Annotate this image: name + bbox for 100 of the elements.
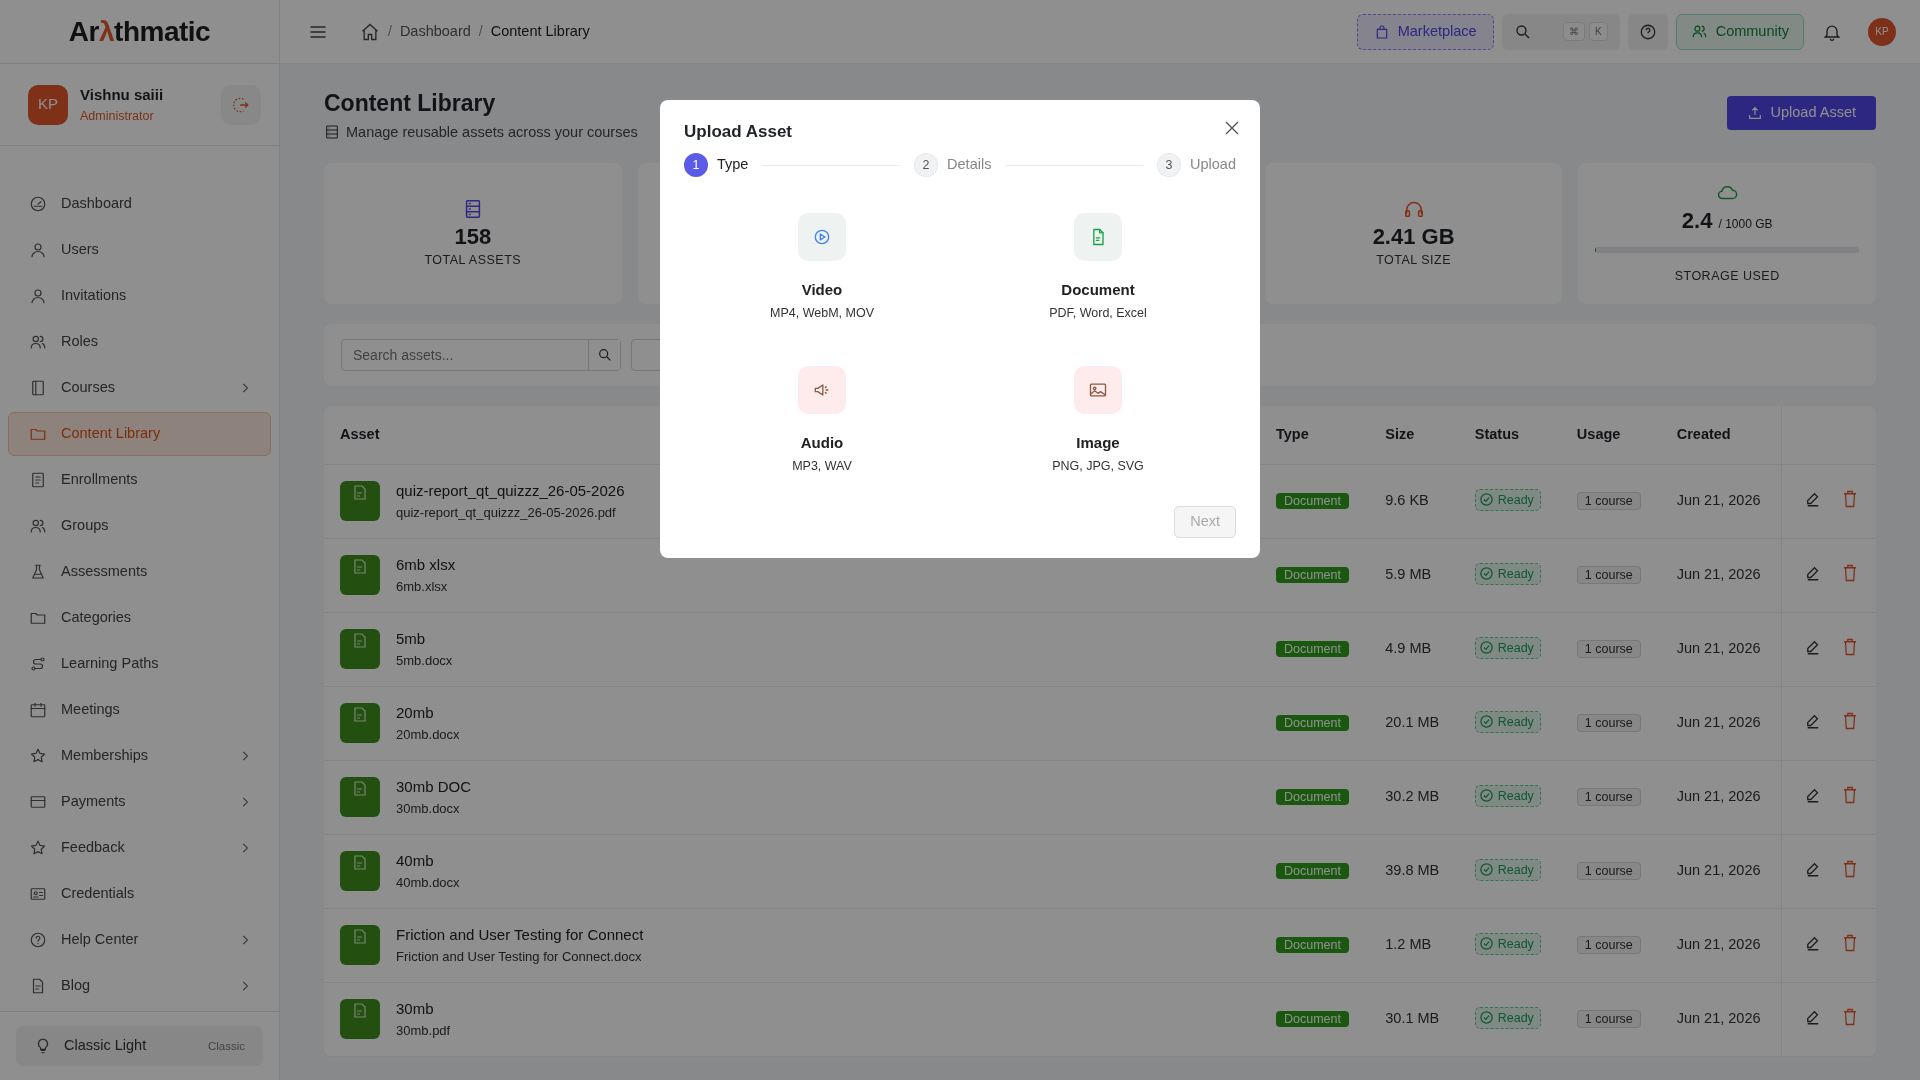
- asset-filename: 20mb.docx: [396, 725, 460, 744]
- usage-tag: 1 course: [1576, 640, 1641, 659]
- check-circle-icon: [1478, 788, 1494, 804]
- home-icon[interactable]: [360, 21, 380, 42]
- usage-tag: 1 course: [1576, 862, 1641, 881]
- sidebar-item[interactable]: Courses: [8, 366, 271, 411]
- asset-title: 30mb DOC: [396, 777, 472, 798]
- sidebar-item[interactable]: Groups: [8, 504, 271, 549]
- trash-icon: [1842, 933, 1858, 952]
- asset-filename: 30mb.docx: [396, 799, 461, 818]
- sidebar-item[interactable]: Blog: [8, 964, 271, 1009]
- column-header: Size: [1369, 406, 1459, 465]
- asset-filename: quiz-report_qt_quizzz_26-05-2026.pdf: [396, 503, 617, 522]
- people-icon: [29, 333, 47, 352]
- table-cell: 5.9 MB: [1369, 538, 1459, 613]
- search-icon: [1513, 22, 1532, 41]
- check-circle-icon: [1478, 640, 1494, 656]
- table-cell: 4.9 MB: [1369, 612, 1459, 687]
- status-tag: Ready: [1474, 710, 1541, 734]
- help-button[interactable]: [1627, 13, 1668, 50]
- sidebar-item[interactable]: Roles: [8, 320, 271, 365]
- asset-filename: 40mb.docx: [396, 873, 460, 892]
- community-button[interactable]: Community: [1675, 13, 1804, 50]
- user-avatar[interactable]: KP: [1868, 17, 1896, 46]
- check-circle-icon: [1478, 936, 1494, 952]
- type-tag: Document: [1276, 567, 1349, 584]
- search-button[interactable]: ⌘ K: [1501, 13, 1620, 50]
- asset-title: 30mb: [396, 999, 435, 1020]
- marketplace-button[interactable]: Marketplace: [1356, 13, 1494, 50]
- trash-icon: [1842, 1007, 1858, 1026]
- sidebar-item[interactable]: Dashboard: [8, 182, 271, 227]
- play-icon: [812, 227, 832, 247]
- type-tag: Document: [1276, 1011, 1349, 1028]
- sidebar-item[interactable]: Categories: [8, 596, 271, 641]
- table-cell: 30.1 MB: [1369, 982, 1459, 1057]
- breadcrumb-current: Content Library: [490, 21, 590, 41]
- dialog-title: Upload Asset: [684, 122, 792, 143]
- sidebar-item[interactable]: Learning Paths: [8, 642, 271, 687]
- sidebar-item[interactable]: Payments: [8, 780, 271, 825]
- asset-filename: Friction and User Testing for Connect.docx: [396, 947, 643, 966]
- stat-label: TOTAL SIZE: [1376, 251, 1452, 269]
- list-icon: [29, 471, 47, 490]
- book-icon: [29, 379, 47, 398]
- asset-filename: 30mb.pdf: [396, 1021, 451, 1040]
- sidebar-item[interactable]: Feedback: [8, 826, 271, 871]
- status-tag: Ready: [1474, 562, 1541, 586]
- column-header: Status: [1458, 406, 1561, 465]
- person-icon: [29, 241, 47, 260]
- table-cell: Jun 21, 2026: [1660, 834, 1782, 909]
- file-icon: [340, 629, 380, 670]
- type-tag: Document: [1276, 493, 1349, 510]
- route-icon: [29, 655, 47, 674]
- check-circle-icon: [1478, 492, 1494, 508]
- table-cell: Jun 21, 2026: [1660, 538, 1782, 613]
- gauge-icon: [29, 195, 47, 214]
- type-tag: Document: [1276, 789, 1349, 806]
- asset-type-option[interactable]: Document PDF, Word, Excel: [960, 213, 1236, 323]
- sidebar-item[interactable]: Help Center: [8, 918, 271, 963]
- wizard-step[interactable]: 1 Type: [684, 153, 749, 177]
- file-icon: [340, 777, 380, 818]
- people-icon: [29, 517, 47, 536]
- user-avatar: KP: [28, 84, 68, 125]
- asset-title: quiz-report_qt_quizzz_26-05-2026: [396, 481, 625, 502]
- table-cell: Jun 21, 2026: [1660, 612, 1782, 687]
- sidebar-item[interactable]: Credentials: [8, 872, 271, 917]
- status-tag: Ready: [1474, 932, 1541, 956]
- wizard-step[interactable]: 2 Details: [914, 153, 992, 177]
- sidebar-item[interactable]: Enrollments: [8, 458, 271, 503]
- trash-icon: [1842, 785, 1858, 804]
- table-cell: Jun 21, 2026: [1660, 760, 1782, 835]
- table-cell: Jun 21, 2026: [1660, 464, 1782, 539]
- theme-switcher[interactable]: Classic Light Classic: [16, 1026, 263, 1066]
- sidebar-item[interactable]: Assessments: [8, 550, 271, 595]
- table-cell: Jun 21, 2026: [1660, 908, 1782, 983]
- file-icon: [340, 481, 380, 522]
- wizard-step[interactable]: 3 Upload: [1157, 153, 1236, 177]
- usage-tag: 1 course: [1576, 714, 1641, 733]
- asset-title: 20mb: [396, 703, 435, 724]
- stat-label: TOTAL ASSETS: [424, 251, 522, 269]
- breadcrumb-separator: /: [478, 22, 483, 41]
- status-tag: Ready: [1474, 858, 1541, 882]
- sidebar-item[interactable]: Invitations: [8, 274, 271, 319]
- sidebar-item[interactable]: Meetings: [8, 688, 271, 733]
- help-icon: [1638, 22, 1657, 41]
- search-button[interactable]: [588, 340, 620, 371]
- search-field[interactable]: Search assets...: [341, 339, 621, 372]
- status-tag: Ready: [1474, 1006, 1541, 1030]
- table-cell: 30.2 MB: [1369, 760, 1459, 835]
- shortcut-key: K: [1589, 22, 1608, 41]
- upload-asset-button[interactable]: Upload Asset: [1726, 96, 1876, 130]
- sidebar-item[interactable]: Memberships: [8, 734, 271, 779]
- stat-label: STORAGE USED: [1674, 267, 1780, 285]
- trash-icon: [1842, 563, 1858, 582]
- breadcrumb-separator: /: [388, 22, 392, 41]
- sidebar-item[interactable]: Users: [8, 228, 271, 273]
- sidebar-item[interactable]: Content Library: [8, 412, 271, 457]
- file-icon: [340, 703, 380, 744]
- upload-icon: [1746, 105, 1763, 121]
- breadcrumb-link[interactable]: Dashboard: [399, 20, 471, 43]
- asset-type-option[interactable]: Video MP4, WebM, MOV: [684, 213, 960, 323]
